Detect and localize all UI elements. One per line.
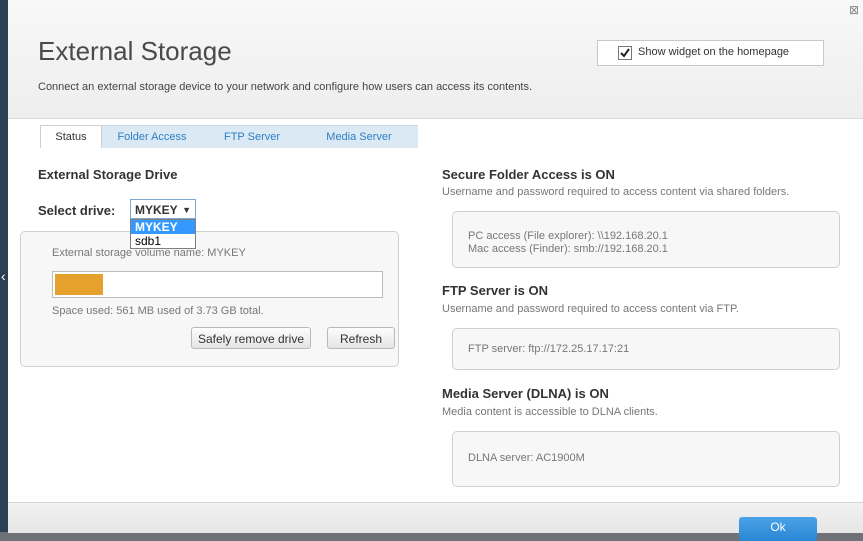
- tab-ftp-server[interactable]: FTP Server: [204, 125, 300, 148]
- ftp-server-address: FTP server: ftp://172.25.17.17:21: [468, 343, 630, 355]
- ftp-server-heading: FTP Server is ON: [442, 283, 548, 298]
- close-icon[interactable]: ⊠: [849, 3, 859, 17]
- tab-bar: Status Folder Access FTP Server Media Se…: [40, 125, 420, 148]
- pc-access-text: PC access (File explorer): \\192.168.20.…: [468, 230, 668, 242]
- space-used-text: Space used: 561 MB used of 3.73 GB total…: [52, 305, 264, 317]
- mac-access-text: Mac access (Finder): smb://192.168.20.1: [468, 243, 668, 255]
- dialog-footer: Ok: [8, 502, 863, 541]
- dialog-header: ⊠ External Storage Connect an external s…: [8, 0, 863, 119]
- chevron-left-icon: ‹: [1, 268, 6, 284]
- show-widget-checkbox[interactable]: [618, 46, 632, 60]
- dlna-server-text: DLNA server: AC1900M: [468, 452, 585, 464]
- secure-folder-info-box: PC access (File explorer): \\192.168.20.…: [452, 211, 840, 268]
- media-server-description: Media content is accessible to DLNA clie…: [442, 406, 658, 418]
- show-widget-label: Show widget on the homepage: [638, 46, 790, 58]
- dropdown-arrow-icon: ▼: [182, 205, 191, 215]
- safely-remove-drive-button[interactable]: Safely remove drive: [191, 327, 311, 349]
- secure-folder-description: Username and password required to access…: [442, 186, 790, 198]
- ftp-info-box: FTP server: ftp://172.25.17.17:21: [452, 328, 840, 370]
- storage-usage-bar: [52, 271, 383, 298]
- show-widget-option[interactable]: Show widget on the homepage: [597, 40, 824, 66]
- media-server-heading: Media Server (DLNA) is ON: [442, 386, 609, 401]
- storage-usage-fill: [55, 274, 103, 295]
- drive-select-value: MYKEY: [135, 203, 178, 217]
- drive-option-sdb1[interactable]: sdb1: [131, 234, 195, 248]
- ftp-server-description: Username and password required to access…: [442, 303, 739, 315]
- secure-folder-heading: Secure Folder Access is ON: [442, 167, 615, 182]
- select-drive-label: Select drive:: [38, 203, 116, 218]
- tab-media-server[interactable]: Media Server: [300, 125, 418, 148]
- drive-option-mykey[interactable]: MYKEY: [131, 220, 195, 234]
- page-subtitle: Connect an external storage device to yo…: [38, 81, 533, 93]
- background-edge: ‹: [0, 262, 8, 290]
- media-info-box: DLNA server: AC1900M: [452, 431, 840, 487]
- tab-folder-access[interactable]: Folder Access: [100, 125, 204, 148]
- ok-button[interactable]: Ok: [739, 517, 817, 541]
- checkmark-icon: [620, 48, 630, 58]
- external-storage-drive-heading: External Storage Drive: [38, 167, 178, 182]
- drive-select[interactable]: MYKEY ▼: [130, 199, 196, 219]
- refresh-button[interactable]: Refresh: [327, 327, 395, 349]
- external-storage-dialog: ⊠ External Storage Connect an external s…: [8, 0, 863, 541]
- drive-dropdown-list: MYKEY sdb1: [130, 219, 196, 249]
- page-title: External Storage: [38, 36, 232, 66]
- tab-status[interactable]: Status: [40, 125, 102, 148]
